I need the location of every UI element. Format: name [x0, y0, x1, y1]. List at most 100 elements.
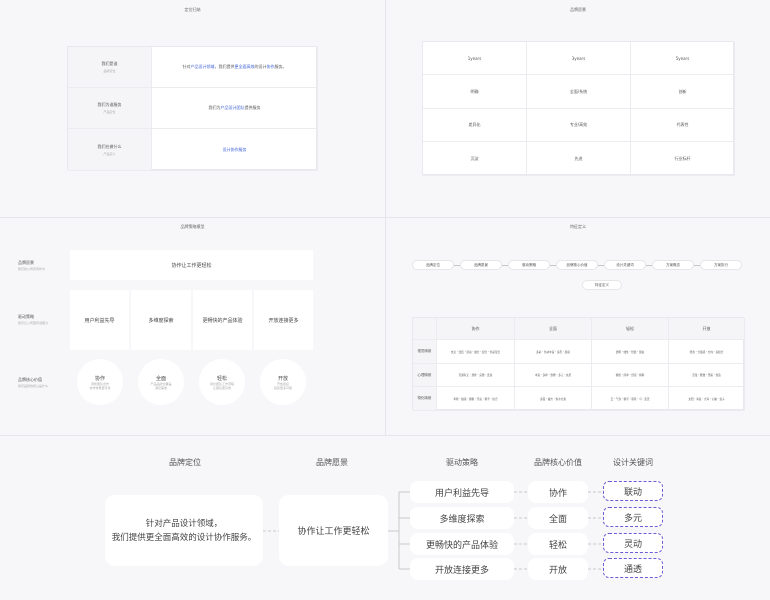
core-value-circle: 开放 开放连接 链接更多可能	[260, 359, 306, 405]
row-label: 视觉映射	[413, 340, 437, 364]
panel-title: 定位归纳	[184, 7, 201, 12]
panel-positioning-summary: 定位归纳 我们是谁 品牌定位 针对产品设计领域，我们提供更全面高效的设计协作服务…	[0, 0, 385, 217]
keyword-box: 多元	[603, 507, 663, 527]
table-cell: 沉淀	[423, 142, 527, 176]
value-highlight: 更全面高效	[234, 64, 255, 69]
table-cell: 透明・线性・轻盈・留白	[592, 340, 669, 364]
table-cell: 丰富・多样・激扬・多元・充足	[515, 364, 592, 387]
row-label-text: 我们为谁服务	[97, 102, 122, 107]
strategy-box: 用户利益先导	[70, 290, 129, 350]
header-cell: 开放	[669, 318, 745, 340]
core-value-circle: 协作 调整团队合作 协作效果更可靠	[77, 359, 123, 405]
row-label-text: 我们是谁	[101, 61, 118, 66]
row-label: 我们在做什么 产品定义	[68, 129, 152, 171]
table-cell: 太阳・海浪・大海・心脑・盒子	[669, 387, 745, 411]
core-value-box: 协作	[528, 481, 588, 503]
strategy-box: 开放连接更多	[254, 290, 313, 350]
feature-table: 协作 全面 轻松 开放 视觉映射 交叉・连结・流动・融合・组合・色彩混合 多彩・…	[412, 317, 745, 411]
panel-brand-vision: 品牌愿景 1years 3years 5years 明确 全面/系统 创新 差异…	[386, 0, 770, 217]
side-label-text: 品牌愿景	[18, 260, 34, 265]
table-cell: 先进	[527, 142, 631, 176]
flow-step-secondary: 特征定义	[582, 280, 622, 290]
row-label: 心理映射	[413, 364, 437, 387]
row-label-text: 我们在做什么	[97, 143, 122, 149]
flow-step: 品牌核心价值	[556, 260, 598, 270]
core-value-circle: 全面 产品品牌全覆盖 满足需求	[138, 359, 184, 405]
table-cell: 创新	[631, 75, 735, 109]
panel-title: 品牌愿景	[570, 7, 586, 12]
flow-step: 品牌定位	[412, 260, 454, 270]
side-label-text: 品牌核心价值	[18, 377, 42, 382]
corner-cell	[413, 318, 437, 340]
panel-feature-definition: 特征定义 品牌定位 品牌愿景 驱动策略 品牌核心价值 设计关键词 方案概念 方案…	[386, 218, 770, 435]
table-cell: 代表性	[631, 109, 735, 142]
row-label: 物化映射	[413, 387, 437, 411]
flow-step: 设计关键词	[604, 260, 646, 270]
header-cell: 轻松	[592, 318, 669, 340]
value-highlight: 协作	[266, 64, 275, 69]
core-name: 轻松	[216, 375, 227, 382]
flow-step: 方案概念	[652, 260, 694, 270]
strategy-box: 多维度探索	[410, 507, 514, 529]
core-desc: 满足需求	[154, 385, 167, 390]
header-cell: 协作	[437, 318, 515, 340]
row-sub-text: 产品定位	[103, 110, 116, 114]
table-cell: 差异化	[423, 109, 527, 142]
core-desc: 让团队更高效	[212, 385, 231, 390]
row-sub-text: 品牌定位	[103, 69, 116, 73]
table-cell: 互通有无・质朴・完整・连接	[437, 364, 515, 387]
value-text: 针对	[182, 64, 191, 69]
core-side-label: 品牌核心价值 我们品牌的核心是什么	[18, 377, 48, 388]
side-label-sub: 我们让公司更有说服力	[18, 321, 49, 325]
table-cell: 云・气泡・飘带・羽毛・鸟・蓝天	[592, 387, 669, 411]
value-text: ，我们提供	[214, 64, 235, 69]
core-value-box: 全面	[528, 507, 588, 529]
vision-side-label: 品牌愿景 我们的公司有何作为	[18, 260, 45, 271]
strategy-box: 更畅快的产品体验	[193, 290, 252, 350]
keyword-box: 通透	[603, 558, 663, 578]
panel-title: 品牌策略模型	[180, 224, 205, 229]
strategy-box: 更畅快的产品体验	[410, 533, 514, 555]
row-value: 我们为产品设计团队提供服务	[152, 88, 318, 129]
table-cell: 愉悦・简单・舒适・纯粹	[592, 364, 669, 387]
side-label-text: 驱动策略	[18, 314, 34, 319]
value-text: 我们为	[208, 105, 221, 110]
value-text: 的设计	[254, 64, 267, 69]
vision-box: 协作让工作更轻松	[70, 250, 313, 280]
side-label-sub: 我们品牌的核心是什么	[18, 384, 49, 388]
strategy-side-label: 驱动策略 我们让公司更有说服力	[18, 314, 48, 325]
strategy-box: 用户利益先导	[410, 481, 514, 503]
core-name: 协作	[94, 375, 105, 382]
header-cell: 3years	[527, 42, 631, 75]
table-cell: 交叉・连结・流动・融合・组合・色彩混合	[437, 340, 515, 364]
core-desc: 协作效果更可靠	[89, 385, 111, 390]
header-cell: 全面	[515, 318, 592, 340]
vision-table: 1years 3years 5years 明确 全面/系统 创新 差异化 专业/…	[422, 41, 735, 176]
positioning-line: 针对产品设计领域，	[145, 518, 223, 529]
table-cell: 专业/高效	[527, 109, 631, 142]
table-cell: 多面・魔方・积木方案	[515, 387, 592, 411]
core-name: 开放	[277, 375, 288, 382]
panel-brand-strategy-model: 品牌策略模型 品牌愿景 我们的公司有何作为 协作让工作更轻松 驱动策略 我们让公…	[0, 218, 385, 435]
positioning-table: 我们是谁 品牌定位 针对产品设计领域，我们提供更全面高效的设计协作服务。 我们为…	[67, 46, 318, 171]
header-cell: 5years	[631, 42, 735, 75]
row-sub-text: 产品定义	[103, 151, 116, 156]
positioning-line: 我们提供更全面高效的设计协作服务。	[111, 532, 257, 543]
value-text: 服务。	[274, 64, 287, 69]
core-value-box: 轻松	[528, 533, 588, 555]
table-cell: 年轮・磁铁・拥抱・牙齿・携手・接合	[437, 387, 515, 411]
flow-step: 品牌愿景	[460, 260, 502, 270]
row-label: 我们为谁服务 产品定位	[68, 88, 152, 129]
value-highlight: 设计协作服务	[222, 146, 247, 152]
table-cell: 行业标杆	[631, 142, 735, 176]
core-name: 全面	[155, 375, 166, 382]
flow-step: 驱动策略	[508, 260, 550, 270]
table-cell: 多彩・色块丰富・多形・质感	[515, 340, 592, 364]
value-text: 提供服务	[244, 105, 261, 110]
keyword-box: 联动	[603, 481, 663, 501]
value-highlight: 产品设计团队	[220, 105, 245, 110]
side-label-sub: 我们的公司有何作为	[18, 267, 46, 271]
positioning-box: 针对产品设计领域， 我们提供更全面高效的设计协作服务。	[105, 495, 263, 566]
row-value: 针对产品设计领域，我们提供更全面高效的设计协作服务。	[152, 47, 318, 88]
table-cell: 全面/系统	[527, 75, 631, 109]
